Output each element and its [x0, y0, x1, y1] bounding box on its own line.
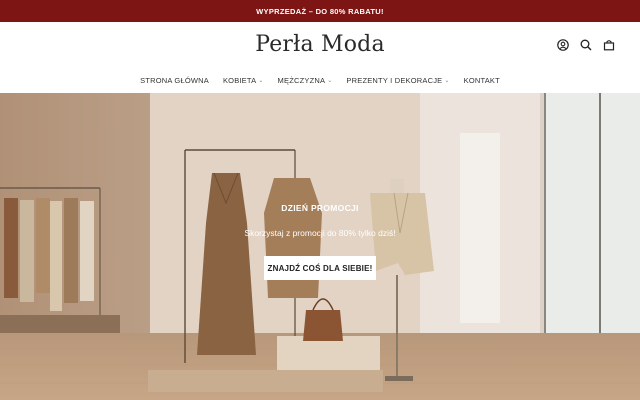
chevron-down-icon: ⌄ [327, 77, 333, 84]
hero-title: DZIEŃ PROMOCJI [281, 203, 359, 213]
hero-banner: DZIEŃ PROMOCJI Skorzystaj z promocji do … [0, 93, 640, 400]
nav-item-label: KOBIETA [222, 75, 257, 85]
nav-item-women[interactable]: KOBIETA ⌄ [223, 76, 264, 85]
site-logo[interactable]: Perła Moda [0, 32, 640, 57]
announcement-text: WYPRZEDAŻ – DO 80% RABATU! [256, 6, 384, 16]
nav-item-label: KONTAKT [463, 75, 500, 85]
header-icons [556, 38, 616, 52]
nav-item-label: STRONA GŁÓWNA [140, 75, 209, 85]
announcement-bar: WYPRZEDAŻ – DO 80% RABATU! [0, 0, 640, 22]
chevron-down-icon: ⌄ [258, 77, 264, 84]
nav-item-label: PREZENTY I DEKORACJE [346, 75, 443, 85]
hero-content: DZIEŃ PROMOCJI Skorzystaj z promocji do … [0, 93, 640, 400]
hero-cta-button[interactable]: ZNAJDŹ COŚ DLA SIEBIE! [264, 256, 376, 280]
hero-subtitle: Skorzystaj z promocji do 80% tylko dziś! [244, 228, 396, 238]
nav-item-home[interactable]: STRONA GŁÓWNA [140, 76, 209, 85]
nav-item-label: MĘŻCZYZNA [277, 75, 326, 85]
search-icon[interactable] [579, 38, 593, 52]
nav-item-contact[interactable]: KONTAKT [464, 76, 500, 85]
site-header: Perła Moda [0, 22, 640, 68]
bag-icon[interactable] [602, 38, 616, 52]
main-nav: STRONA GŁÓWNA KOBIETA ⌄ MĘŻCZYZNA ⌄ PREZEN… [0, 68, 640, 92]
nav-item-men[interactable]: MĘŻCZYZNA ⌄ [278, 76, 333, 85]
user-icon[interactable] [556, 38, 570, 52]
nav-item-gifts[interactable]: PREZENTY I DEKORACJE ⌄ [346, 76, 449, 85]
chevron-down-icon: ⌄ [444, 77, 450, 84]
